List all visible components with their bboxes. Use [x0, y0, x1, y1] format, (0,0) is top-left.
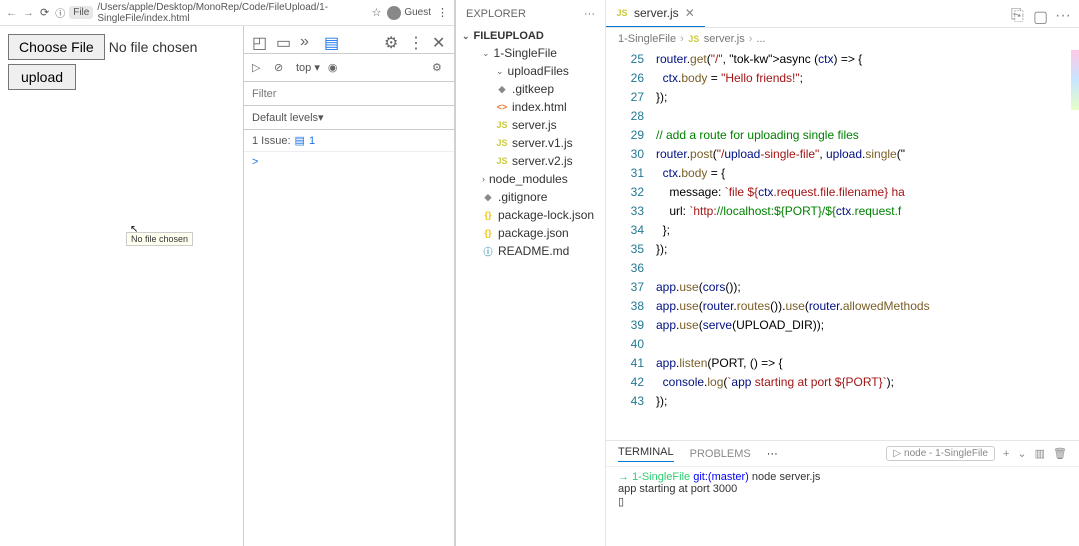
tab-problems[interactable]: PROBLEMS [690, 448, 751, 460]
explorer-panel: EXPLORER ··· ⌄ FILEUPLOAD ⌄1-SingleFile⌄… [456, 0, 606, 546]
reload-icon[interactable]: ⟳ [40, 6, 49, 19]
tree-file[interactable]: JSserver.v2.js [464, 152, 605, 170]
filter-input[interactable] [244, 82, 454, 105]
vscode-window: EXPLORER ··· ⌄ FILEUPLOAD ⌄1-SingleFile⌄… [456, 0, 1079, 546]
device-icon[interactable]: ▭ [276, 33, 290, 47]
add-terminal-icon[interactable]: + [1003, 448, 1009, 460]
more-tabs-icon[interactable]: » [300, 33, 314, 47]
json-icon: {} [482, 209, 494, 221]
eye-icon[interactable]: ◉ [328, 61, 342, 75]
upload-button[interactable]: upload [8, 64, 76, 90]
info-icon: ⓘ [482, 245, 494, 257]
js-icon: JS [688, 33, 700, 45]
tree-file[interactable]: JSserver.v1.js [464, 134, 605, 152]
more-icon[interactable]: ··· [767, 448, 778, 460]
browser-pane: ← → ⟳ ⓘ File /Users/apple/Desktop/MonoRe… [0, 0, 456, 546]
devtools-panel: ◰ ▭ » ▤ ⚙ ⋮ ✕ ▷ ⊘ top ▾ ◉ ⚙ [243, 26, 454, 546]
page-content: Choose File No file chosen upload ↖ No f… [0, 26, 243, 546]
settings-icon[interactable]: ⚙ [384, 33, 398, 47]
kebab-icon[interactable]: ⋮ [437, 6, 448, 19]
terminal-output[interactable]: → 1-SingleFile git:(master) node server.… [606, 467, 1079, 546]
trash-icon[interactable]: 🗑 [1053, 447, 1067, 460]
chevron-icon: ⌄ [496, 66, 504, 77]
js-icon: JS [616, 7, 628, 19]
tooltip: No file chosen [126, 232, 193, 246]
js-icon: JS [496, 137, 508, 149]
tree-folder[interactable]: ⌄1-SingleFile [464, 44, 605, 62]
git-icon: ◆ [482, 191, 494, 203]
settings-icon[interactable]: ⚙ [432, 61, 446, 75]
messages-icon[interactable]: ▤ [324, 33, 338, 47]
log-levels-selector[interactable]: Default levels ▾ [244, 106, 454, 130]
console-prompt[interactable]: > [244, 152, 454, 546]
clear-icon[interactable]: ⊘ [274, 61, 288, 75]
url-path: /Users/apple/Desktop/MonoRep/Code/FileUp… [97, 2, 365, 24]
breadcrumb[interactable]: 1-SingleFile › JS server.js › ... [606, 28, 1079, 50]
tree-file[interactable]: ⓘREADME.md [464, 242, 605, 260]
play-icon[interactable]: ▷ [252, 61, 266, 75]
close-icon[interactable]: ✕ [685, 6, 695, 20]
close-icon[interactable]: ✕ [432, 33, 446, 47]
html-icon: <> [496, 101, 508, 113]
explorer-root[interactable]: ⌄ FILEUPLOAD [456, 28, 605, 44]
tree-folder[interactable]: ⌄uploadFiles [464, 62, 605, 80]
tab-terminal[interactable]: TERMINAL [618, 446, 674, 462]
browser-toolbar: ← → ⟳ ⓘ File /Users/apple/Desktop/MonoRe… [0, 0, 454, 26]
tree-file[interactable]: {}package.json [464, 224, 605, 242]
avatar-icon [387, 6, 401, 20]
bookmark-icon[interactable]: ☆ [371, 6, 381, 19]
chevron-icon: ⌄ [482, 48, 490, 59]
git-icon: ◆ [496, 83, 508, 95]
terminal-panel: TERMINAL PROBLEMS ··· ▷ node - 1-SingleF… [606, 440, 1079, 546]
forward-icon: → [23, 7, 34, 19]
explorer-title: EXPLORER [466, 8, 526, 20]
js-icon: JS [496, 119, 508, 131]
tree-file[interactable]: ◆.gitignore [464, 188, 605, 206]
guest-profile[interactable]: Guest [387, 6, 431, 20]
tree-folder[interactable]: ›node_modules [464, 170, 605, 188]
chevron-icon: › [482, 174, 485, 184]
choose-file-button[interactable]: Choose File [8, 34, 105, 60]
back-icon[interactable]: ← [6, 7, 17, 19]
code-editor[interactable]: 25262728293031323334353637383940414243 r… [606, 50, 1079, 440]
editor-area: JS server.js ✕ ⎘ ▢ ··· 1-SingleFile › JS… [606, 0, 1079, 546]
explorer-more-icon[interactable]: ··· [584, 8, 595, 20]
file-status: No file chosen [109, 39, 198, 55]
issues-bar[interactable]: 1 Issue: ▤ 1 [244, 130, 454, 152]
terminal-selector[interactable]: ▷ node - 1-SingleFile [886, 446, 995, 461]
compare-icon[interactable]: ⎘ [1011, 7, 1025, 21]
inspect-icon[interactable]: ◰ [252, 33, 266, 47]
url-bar[interactable]: ⓘ File /Users/apple/Desktop/MonoRep/Code… [55, 2, 365, 24]
js-icon: JS [496, 155, 508, 167]
kebab-icon[interactable]: ⋮ [408, 33, 422, 47]
issue-badge-icon: ▤ [295, 134, 305, 147]
chevron-down-icon: ⌄ [462, 31, 470, 42]
tree-file[interactable]: <>index.html [464, 98, 605, 116]
tab-bar: JS server.js ✕ ⎘ ▢ ··· [606, 0, 1079, 28]
url-scheme: File [69, 6, 93, 19]
context-selector[interactable]: top ▾ [296, 61, 320, 74]
chevron-down-icon[interactable]: ⌄ [1017, 447, 1026, 460]
minimap[interactable] [1071, 50, 1079, 110]
split-icon[interactable]: ▥ [1035, 447, 1045, 460]
tree-file[interactable]: ◆.gitkeep [464, 80, 605, 98]
more-icon[interactable]: ··· [1055, 7, 1069, 21]
preview-icon[interactable]: ▢ [1033, 7, 1047, 21]
tree-file[interactable]: JSserver.js [464, 116, 605, 134]
tree-file[interactable]: {}package-lock.json [464, 206, 605, 224]
tab-server-js[interactable]: JS server.js ✕ [606, 0, 705, 27]
json-icon: {} [482, 227, 494, 239]
